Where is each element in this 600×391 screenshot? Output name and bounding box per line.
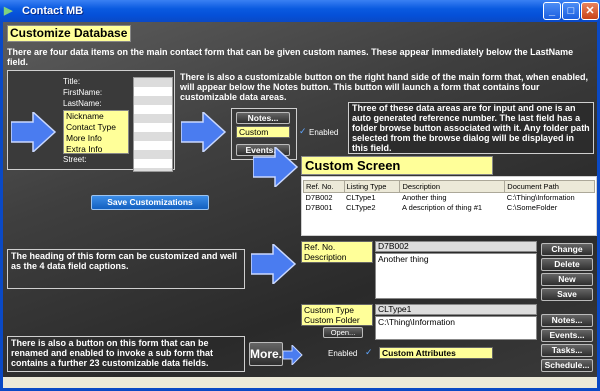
field-stripes [133, 77, 173, 172]
check-icon: ✓ [299, 126, 307, 136]
table-cell: CLType2 [346, 203, 376, 212]
custom-field-caption-box: Custom Type Custom Folder [301, 304, 373, 326]
custom-folder-field[interactable]: C:\Thing\Information [375, 316, 537, 340]
more-description: There is also a button on this form that… [11, 338, 214, 368]
areas-description: Three of these data areas are for input … [352, 103, 590, 153]
check-icon: ✓ [365, 347, 373, 357]
field-label-lastname: LastName: [63, 99, 102, 108]
tasks-button[interactable]: Tasks... [541, 344, 593, 357]
table-cell: Another thing [401, 193, 447, 203]
custom-attributes-field[interactable]: Custom Attributes [379, 347, 493, 359]
column-header[interactable]: Ref. No. [303, 180, 345, 193]
new-button[interactable]: New [541, 273, 593, 286]
notes-button[interactable]: Notes... [541, 314, 593, 327]
listing-grid[interactable]: Ref. No. Listing Type Description Docume… [303, 180, 595, 213]
table-cell: C:\Thing\Information [506, 193, 575, 203]
minimize-button[interactable]: _ [543, 2, 561, 20]
table-row[interactable]: D7B001 CLType2 A description of thing #1… [304, 203, 595, 213]
custom-name-1: Nickname [66, 111, 104, 121]
custom-name-2: Contact Type [66, 122, 116, 132]
ref-no-field[interactable]: D7B002 [375, 241, 537, 252]
custom-folder-caption: Custom Folder [304, 315, 360, 325]
maximize-button[interactable]: □ [562, 2, 580, 20]
column-header[interactable]: Description [399, 180, 506, 193]
arrow-right-icon [283, 345, 303, 365]
table-row[interactable]: D7B002 CLType1 Another thing C:\Thing\In… [304, 193, 595, 203]
custom-type-field[interactable]: CLType1 [375, 304, 537, 315]
open-folder-button[interactable]: Open... [323, 327, 363, 338]
save-button[interactable]: Save [541, 288, 593, 301]
window-title: Contact MB [22, 5, 84, 17]
custom-type-caption: Custom Type [304, 305, 354, 315]
arrow-right-icon [11, 112, 57, 152]
change-button[interactable]: Change [541, 243, 593, 256]
custom-names-list: Nickname Contact Type More Info Extra In… [63, 110, 129, 154]
enabled-label: Enabled [328, 349, 358, 358]
main-content: Customize Database There are four data i… [3, 22, 597, 377]
delete-button[interactable]: Delete [541, 258, 593, 271]
table-cell: D7B002 [305, 193, 333, 203]
intro-text: There are four data items on the main co… [7, 47, 574, 67]
notes-description: There is also a customizable button on t… [180, 72, 589, 102]
enabled-label: Enabled [309, 128, 339, 137]
heading-description: The heading of this form can be customiz… [11, 251, 238, 271]
field-label-title: Title: [63, 77, 81, 86]
title-bar: ▶ Contact MB [0, 0, 600, 22]
description-caption: Description [304, 252, 347, 262]
table-cell: C:\SomeFolder [506, 203, 558, 212]
custom-screen-title: Custom Screen [301, 156, 493, 175]
arrow-right-icon [181, 112, 227, 152]
save-customizations-button[interactable]: Save Customizations [91, 195, 209, 210]
custom-name-3: More Info [66, 133, 102, 143]
ref-no-caption: Ref. No. [304, 242, 336, 252]
arrow-right-icon [253, 147, 299, 187]
table-cell: D7B001 [305, 203, 333, 212]
more-button[interactable]: More... [249, 342, 289, 366]
schedule-button[interactable]: Schedule... [541, 359, 593, 372]
field-label-firstname: FirstName: [63, 88, 103, 97]
column-header[interactable]: Document Path [504, 180, 595, 193]
custom-name-4: Extra Info [66, 144, 103, 154]
arrow-right-icon [251, 244, 297, 284]
mini-notes-button[interactable]: Notes... [236, 112, 290, 124]
table-cell: A description of thing #1 [401, 203, 483, 212]
field-label-street: Street: [63, 155, 87, 164]
app-icon: ▶ [4, 5, 13, 17]
field-caption-box: Ref. No. Description [301, 241, 373, 263]
events-button[interactable]: Events... [541, 329, 593, 342]
status-bar [3, 377, 597, 388]
page-heading: Customize Database [7, 25, 131, 42]
column-header[interactable]: Listing Type [343, 180, 401, 193]
table-cell: CLType1 [346, 193, 376, 203]
mini-custom-button[interactable]: Custom [236, 126, 290, 138]
description-field[interactable]: Another thing [375, 253, 537, 299]
close-button[interactable]: ✕ [581, 2, 599, 20]
